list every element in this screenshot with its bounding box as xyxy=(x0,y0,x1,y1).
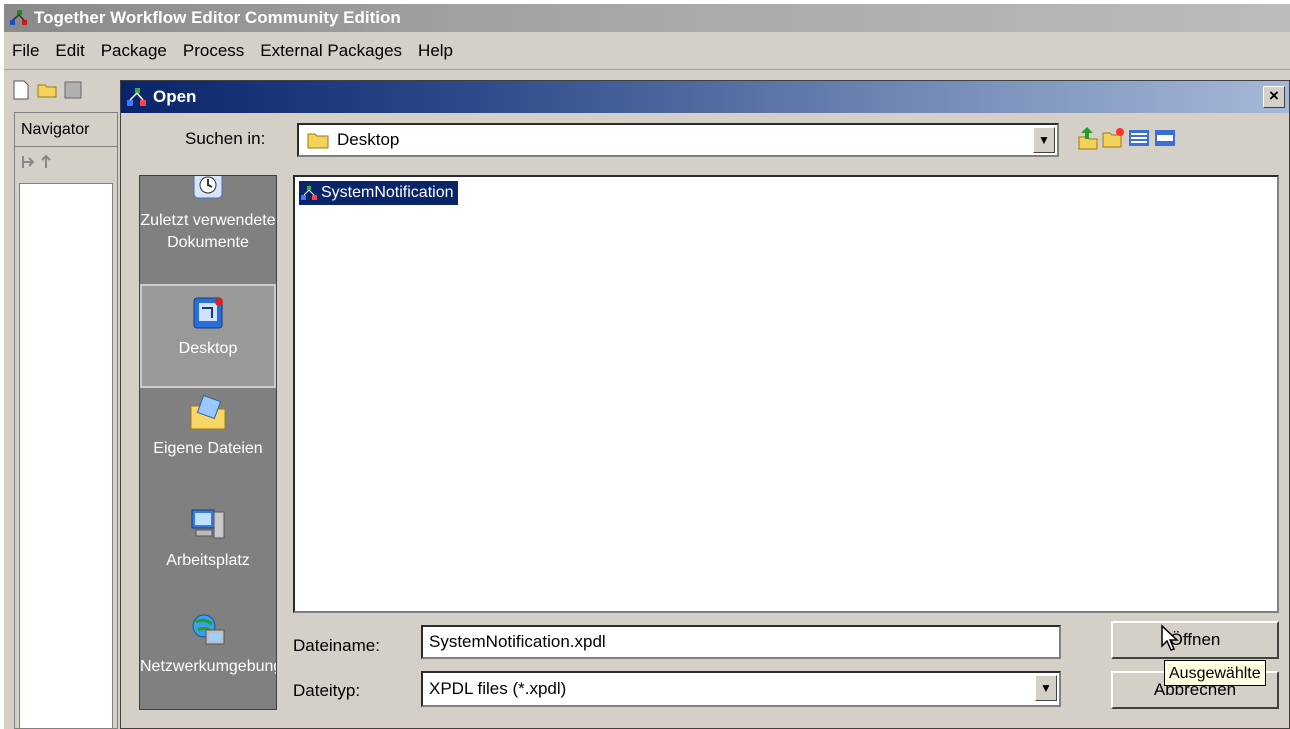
app-toolbar xyxy=(10,73,120,107)
place-my-computer-label: Arbeitsplatz xyxy=(166,552,250,569)
place-recent-label: Zuletzt verwendete Dokumente xyxy=(140,212,276,251)
place-my-computer[interactable]: Arbeitsplatz xyxy=(140,506,276,596)
menu-external-packages[interactable]: External Packages xyxy=(252,32,410,70)
details-view-icon[interactable] xyxy=(1153,125,1177,151)
mouse-cursor-icon xyxy=(1161,624,1179,651)
navigator-panel: Navigator xyxy=(14,112,118,729)
chevron-down-icon[interactable]: ▼ xyxy=(1033,127,1055,153)
look-in-value: Desktop xyxy=(337,130,400,149)
file-type-label: Dateityp: xyxy=(293,681,361,700)
workflow-app-icon xyxy=(10,10,27,25)
workflow-file-icon xyxy=(301,186,317,200)
place-recent[interactable]: Zuletzt verwendete Dokumente xyxy=(140,176,276,278)
file-list[interactable]: SystemNotification xyxy=(293,175,1279,613)
navigator-title: Navigator xyxy=(15,113,117,147)
place-desktop-label: Desktop xyxy=(178,340,238,357)
menu-package[interactable]: Package xyxy=(93,32,175,70)
app-title: Together Workflow Editor Community Editi… xyxy=(34,8,401,27)
chevron-down-icon[interactable]: ▼ xyxy=(1035,675,1057,701)
file-type-value: XPDL files (*.xpdl) xyxy=(429,679,567,698)
place-my-documents-label: Eigene Dateien xyxy=(153,440,263,457)
folder-icon xyxy=(307,133,329,149)
menu-process[interactable]: Process xyxy=(175,32,252,70)
new-folder-icon[interactable] xyxy=(1101,125,1125,151)
file-item-name: SystemNotification xyxy=(321,184,454,201)
menu-file[interactable]: File xyxy=(4,32,47,70)
look-in-label: Suchen in: xyxy=(185,129,266,148)
dialog-toolbar xyxy=(1075,125,1177,151)
collapse-icon[interactable] xyxy=(39,154,53,170)
open-folder-icon[interactable] xyxy=(36,79,58,101)
file-name-label: Dateiname: xyxy=(293,636,380,655)
workflow-app-icon xyxy=(127,88,146,106)
menu-bar: File Edit Package Process External Packa… xyxy=(4,32,1290,70)
up-folder-icon[interactable] xyxy=(1075,125,1099,151)
open-button[interactable]: Öffnen xyxy=(1111,621,1279,659)
menu-help[interactable]: Help xyxy=(410,32,461,70)
file-type-combobox[interactable]: XPDL files (*.xpdl) ▼ xyxy=(421,671,1061,707)
file-name-input[interactable] xyxy=(421,625,1061,659)
close-button[interactable]: × xyxy=(1263,86,1285,108)
new-file-icon[interactable] xyxy=(10,79,32,101)
places-bar: Zuletzt verwendete Dokumente Desktop Eig… xyxy=(139,175,277,710)
file-item[interactable]: SystemNotification xyxy=(299,181,458,205)
dialog-title: Open xyxy=(153,87,197,106)
dialog-title-bar: Open × xyxy=(121,81,1289,113)
place-network[interactable]: Netzwerkumgebung xyxy=(140,612,276,708)
look-in-combobox[interactable]: Desktop ▼ xyxy=(297,123,1059,157)
network-icon xyxy=(192,614,225,645)
place-network-label: Netzwerkumgebung xyxy=(140,658,277,675)
save-icon[interactable] xyxy=(62,79,84,101)
recent-documents-icon xyxy=(193,176,223,199)
my-documents-icon xyxy=(190,394,226,430)
app-title-bar: Together Workflow Editor Community Editi… xyxy=(4,4,1290,32)
navigator-tree[interactable] xyxy=(19,183,113,729)
tooltip: Ausgewählte xyxy=(1164,660,1266,686)
place-my-documents[interactable]: Eigene Dateien xyxy=(140,392,276,492)
my-computer-icon xyxy=(191,509,225,539)
expand-icon[interactable] xyxy=(21,154,35,170)
desktop-icon xyxy=(193,297,223,329)
open-dialog: Open × Suchen in: Desktop ▼ Zuletzt verw… xyxy=(120,80,1290,729)
place-desktop[interactable]: Desktop xyxy=(140,284,276,388)
navigator-toolbar xyxy=(15,147,117,177)
list-view-icon[interactable] xyxy=(1127,125,1151,151)
menu-edit[interactable]: Edit xyxy=(47,32,92,70)
